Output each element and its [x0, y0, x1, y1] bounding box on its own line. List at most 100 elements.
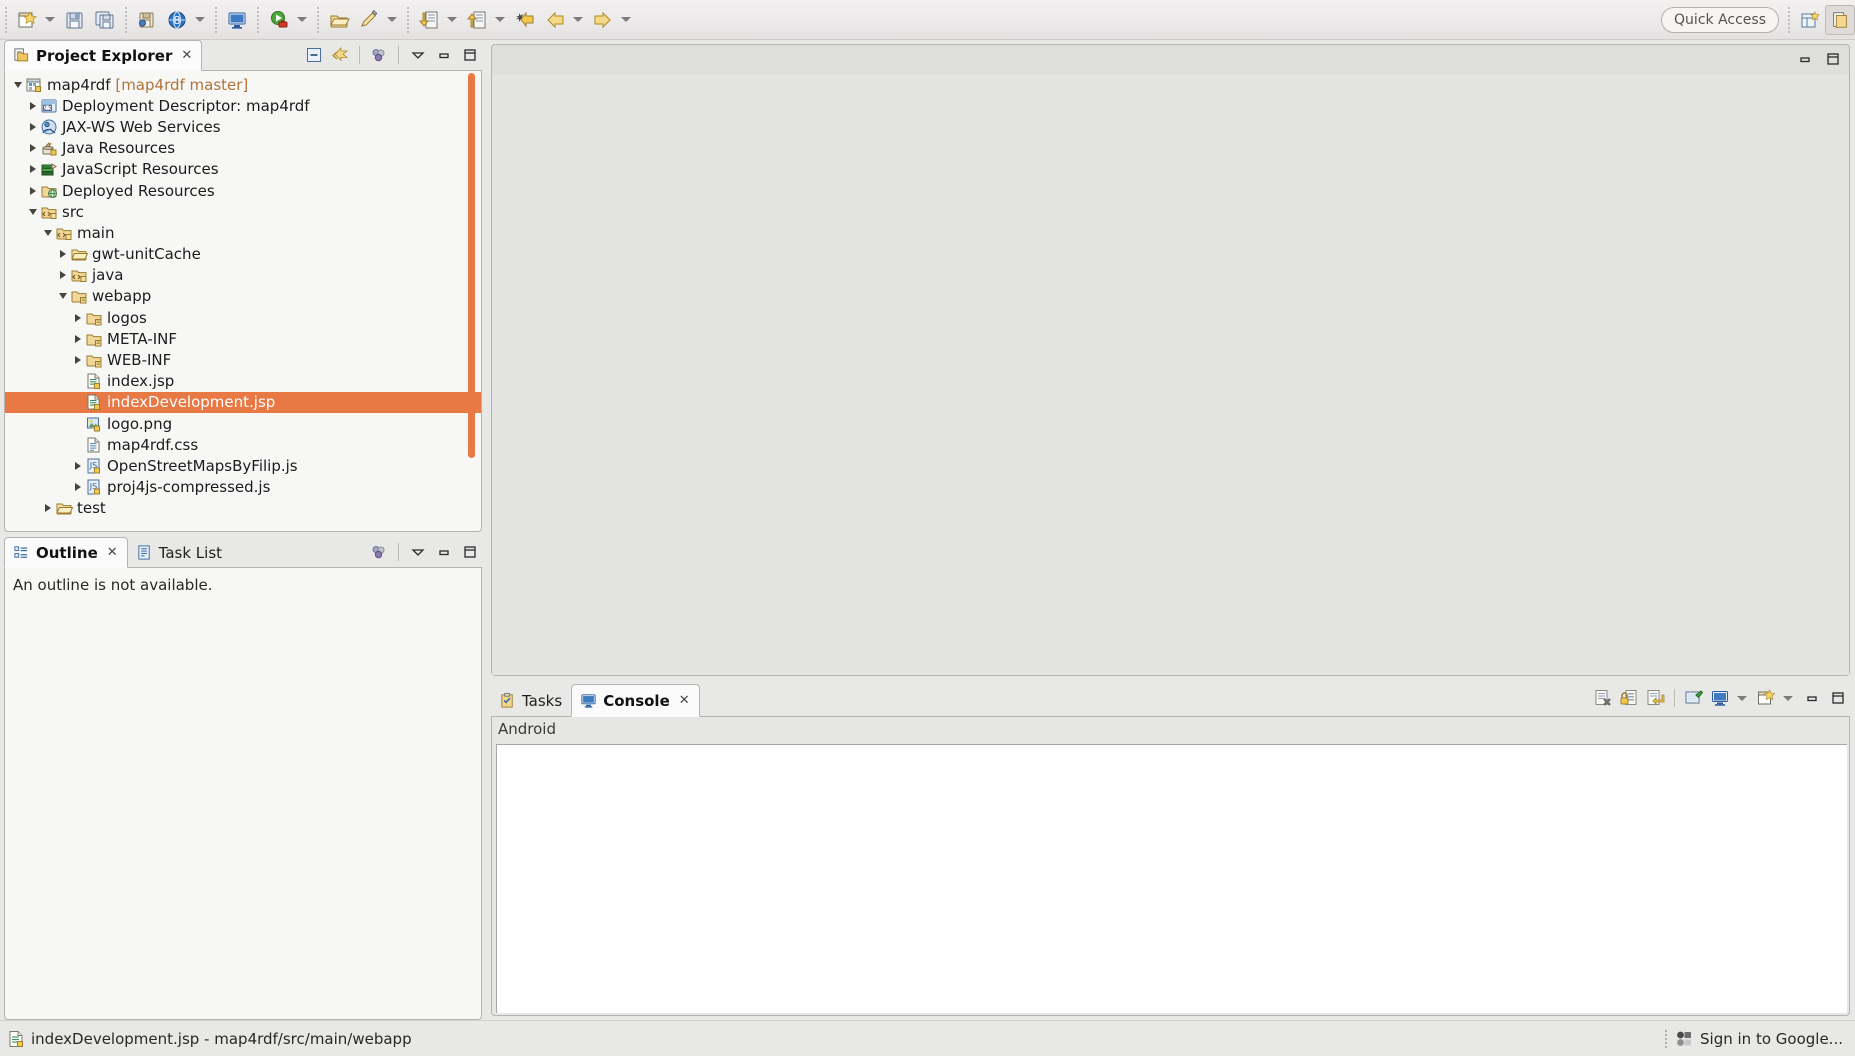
publish-button[interactable]: [133, 6, 161, 34]
console-output[interactable]: [496, 744, 1847, 1013]
clear-console-button[interactable]: [1591, 687, 1615, 709]
tab-task-list[interactable]: Task List: [128, 537, 231, 568]
view-menu-button[interactable]: [367, 541, 391, 563]
tree-item-indexdevelopment-jsp[interactable]: indexDevelopment.jsp: [5, 391, 481, 413]
maximize-button[interactable]: [1821, 48, 1845, 70]
tree-item-web-inf[interactable]: WEB-INF: [5, 349, 481, 370]
chevron-right-icon[interactable]: [56, 271, 69, 280]
tree-item-webapp[interactable]: webapp: [5, 286, 481, 307]
link-with-editor-button[interactable]: [328, 44, 352, 66]
save-button[interactable]: [61, 6, 89, 34]
toolbar-separator: [215, 6, 217, 33]
tab-tasks[interactable]: Tasks: [491, 684, 571, 717]
tree-item-javascript-resources[interactable]: JavaScript Resources: [5, 159, 481, 180]
tree-item-map4rdf-css[interactable]: map4rdf.css: [5, 434, 481, 455]
chevron-right-icon[interactable]: [26, 122, 39, 131]
previous-annotation-button[interactable]: [463, 6, 491, 34]
new-wizard-dropdown[interactable]: [42, 6, 58, 34]
run-dropdown[interactable]: [294, 6, 310, 34]
editor-canvas[interactable]: [492, 75, 1849, 675]
chevron-right-icon[interactable]: [26, 165, 39, 174]
view-dropdown-button[interactable]: [406, 44, 430, 66]
open-console-dropdown[interactable]: [1780, 684, 1796, 712]
open-browser-button[interactable]: 8: [163, 6, 191, 34]
chevron-down-icon[interactable]: [11, 81, 24, 88]
tab-outline[interactable]: Outline ✕: [4, 537, 128, 568]
maximize-button[interactable]: [1826, 687, 1850, 709]
minimize-button[interactable]: [432, 541, 456, 563]
tree-item-label: map4rdf.css: [107, 435, 199, 454]
back-dropdown[interactable]: [570, 6, 586, 34]
word-wrap-button[interactable]: [1643, 687, 1667, 709]
tree-item-deployed-resources[interactable]: Deployed Resources: [5, 180, 481, 201]
maximize-button[interactable]: [458, 541, 482, 563]
tree-item-logos[interactable]: logos: [5, 307, 481, 328]
display-console-dropdown[interactable]: [1734, 684, 1750, 712]
view-dropdown-button[interactable]: [406, 541, 430, 563]
open-browser-dropdown[interactable]: [192, 6, 208, 34]
tree-item-map4rdf[interactable]: map4rdf [map4rdf master]: [5, 74, 481, 95]
close-icon[interactable]: ✕: [181, 48, 192, 63]
maximize-button[interactable]: [458, 44, 482, 66]
search-button[interactable]: [355, 6, 383, 34]
tree-item-test[interactable]: test: [5, 498, 481, 519]
next-annotation-button[interactable]: [415, 6, 443, 34]
last-edit-location-button[interactable]: [511, 6, 539, 34]
chevron-right-icon[interactable]: [56, 250, 69, 259]
tree-item-openstreetmapsbyfilip-js[interactable]: JS OpenStreetMapsByFilip.js: [5, 455, 481, 476]
tree-item-java[interactable]: java: [5, 265, 481, 286]
display-selected-console-button[interactable]: [1708, 687, 1732, 709]
open-type-button[interactable]: [325, 6, 353, 34]
pin-console-button[interactable]: [1682, 687, 1706, 709]
project-tree[interactable]: map4rdf [map4rdf master] 2.5 Deployment De…: [5, 74, 481, 531]
close-icon[interactable]: ✕: [679, 693, 690, 708]
open-perspective-button[interactable]: [1795, 5, 1825, 35]
tree-item-meta-inf[interactable]: META-INF: [5, 328, 481, 349]
open-console-button[interactable]: [1754, 687, 1778, 709]
scroll-lock-button[interactable]: [1617, 687, 1641, 709]
tree-item-src[interactable]: src: [5, 201, 481, 222]
java-ee-perspective-button[interactable]: [1825, 4, 1855, 35]
run-button[interactable]: [265, 6, 293, 34]
chevron-right-icon[interactable]: [71, 461, 84, 470]
chevron-down-icon[interactable]: [41, 229, 54, 236]
chevron-right-icon[interactable]: [26, 101, 39, 110]
tree-item-main[interactable]: main: [5, 222, 481, 243]
chevron-right-icon[interactable]: [41, 504, 54, 513]
previous-annotation-dropdown[interactable]: [492, 6, 508, 34]
chevron-down-icon[interactable]: [26, 208, 39, 215]
collapse-all-button[interactable]: [302, 44, 326, 66]
chevron-right-icon[interactable]: [71, 334, 84, 343]
chevron-right-icon[interactable]: [26, 186, 39, 195]
tree-item-deployment-descriptor-map4rdf[interactable]: 2.5 Deployment Descriptor: map4rdf: [5, 95, 481, 116]
tree-item-proj4js-compressed-js[interactable]: JS proj4js-compressed.js: [5, 477, 481, 498]
close-icon[interactable]: ✕: [107, 545, 118, 560]
tree-item-jax-ws-web-services[interactable]: JAX-WS Web Services: [5, 116, 481, 137]
tree-item-logo-png[interactable]: logo.png: [5, 413, 481, 434]
forward-dropdown[interactable]: [618, 6, 634, 34]
minimize-button[interactable]: [1793, 48, 1817, 70]
chevron-right-icon[interactable]: [71, 356, 84, 365]
google-signin-item[interactable]: Sign in to Google...: [1675, 1030, 1855, 1048]
quick-access-input[interactable]: Quick Access: [1661, 6, 1779, 33]
chevron-right-icon[interactable]: [71, 313, 84, 322]
project-tree-scrollbar[interactable]: [468, 73, 475, 458]
forward-button[interactable]: [589, 6, 617, 34]
tree-item-index-jsp[interactable]: index.jsp: [5, 371, 481, 392]
tree-item-java-resources[interactable]: Java Resources: [5, 138, 481, 159]
chevron-right-icon[interactable]: [26, 144, 39, 153]
search-dropdown[interactable]: [384, 6, 400, 34]
tab-console[interactable]: Console ✕: [571, 684, 700, 717]
chevron-down-icon[interactable]: [56, 293, 69, 300]
save-all-button[interactable]: [91, 6, 119, 34]
new-console-button[interactable]: [223, 6, 251, 34]
tab-project-explorer[interactable]: Project Explorer ✕: [4, 40, 203, 71]
tree-item-gwt-unitcache[interactable]: gwt-unitCache: [5, 244, 481, 265]
chevron-right-icon[interactable]: [71, 483, 84, 492]
view-menu-button[interactable]: [367, 44, 391, 66]
new-wizard-button[interactable]: [13, 6, 41, 34]
next-annotation-dropdown[interactable]: [444, 6, 460, 34]
back-button[interactable]: [541, 6, 569, 34]
minimize-button[interactable]: [432, 44, 456, 66]
minimize-button[interactable]: [1800, 687, 1824, 709]
